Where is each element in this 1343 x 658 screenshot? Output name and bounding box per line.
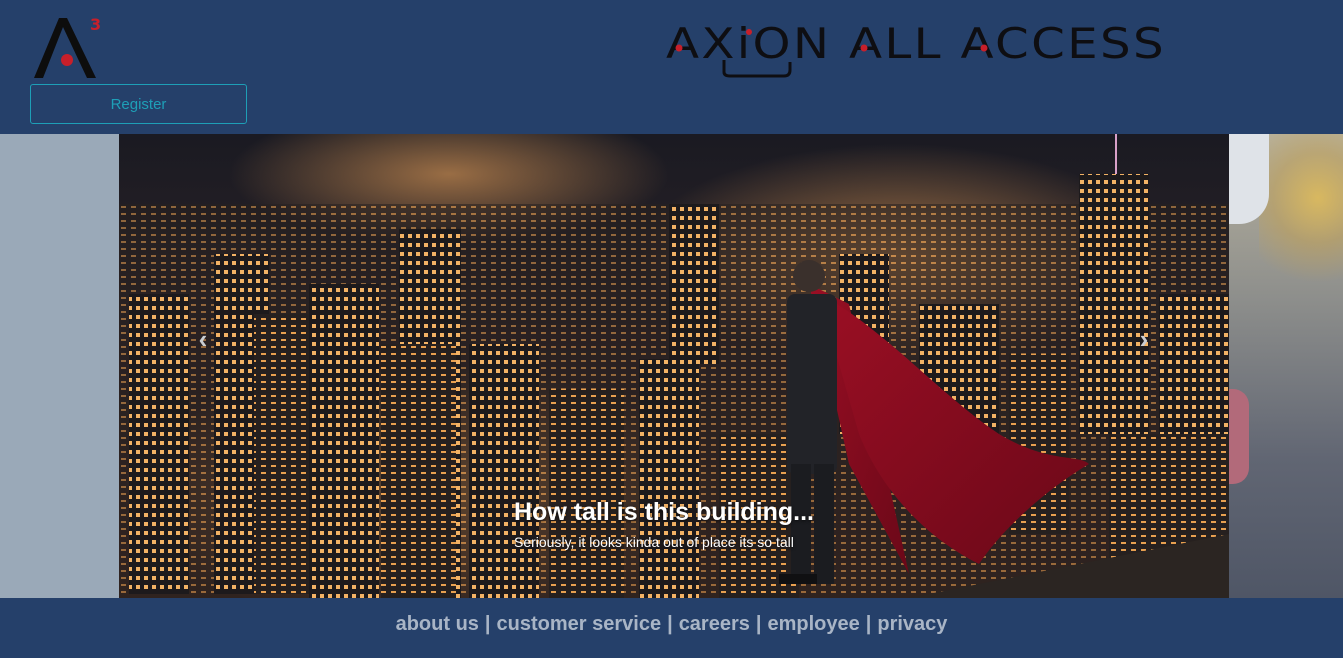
- a3-logo[interactable]: 3: [28, 10, 110, 82]
- footer-links: about us | customer service | careers | employ…: [396, 613, 948, 636]
- caption-text: Seriously, it looks kinda out of place i…: [514, 534, 794, 550]
- carousel-caption: How tall is this building... Seriously, …: [514, 496, 1014, 550]
- footer-separator: |: [484, 612, 491, 635]
- register-button[interactable]: Register: [30, 84, 247, 124]
- site-footer: about us | customer service | careers | employ…: [0, 598, 1343, 658]
- chevron-left-icon: ‹: [198, 324, 208, 354]
- caption-title: How tall is this building...: [514, 498, 814, 526]
- brand-wordmark: AXiON ALL ACCESS: [664, 18, 1174, 80]
- hero-band: ‹ › How tall is this building... Serious…: [0, 134, 1343, 598]
- chevron-right-icon: ›: [1139, 324, 1149, 354]
- hero-carousel[interactable]: ‹ › How tall is this building... Serious…: [119, 134, 1229, 598]
- footer-separator: |: [865, 612, 872, 635]
- footer-separator: |: [667, 612, 673, 635]
- footer-link-about-us[interactable]: about us: [396, 613, 479, 635]
- brand-name: AXiON ALL ACCESS: [666, 19, 1166, 68]
- carousel-prev-button[interactable]: ‹: [183, 324, 223, 354]
- next-slide-peek: [1229, 134, 1343, 598]
- footer-separator: |: [755, 612, 762, 635]
- logo-superscript: 3: [90, 15, 101, 34]
- carousel-next-button[interactable]: ›: [1124, 324, 1164, 354]
- footer-link-customer-service[interactable]: customer service: [497, 613, 662, 635]
- site-header: 3 Register AXiON ALL ACCESS: [0, 0, 1343, 134]
- footer-link-careers[interactable]: careers: [679, 613, 750, 635]
- footer-link-employee[interactable]: employee: [767, 613, 859, 635]
- footer-link-privacy[interactable]: privacy: [877, 613, 947, 635]
